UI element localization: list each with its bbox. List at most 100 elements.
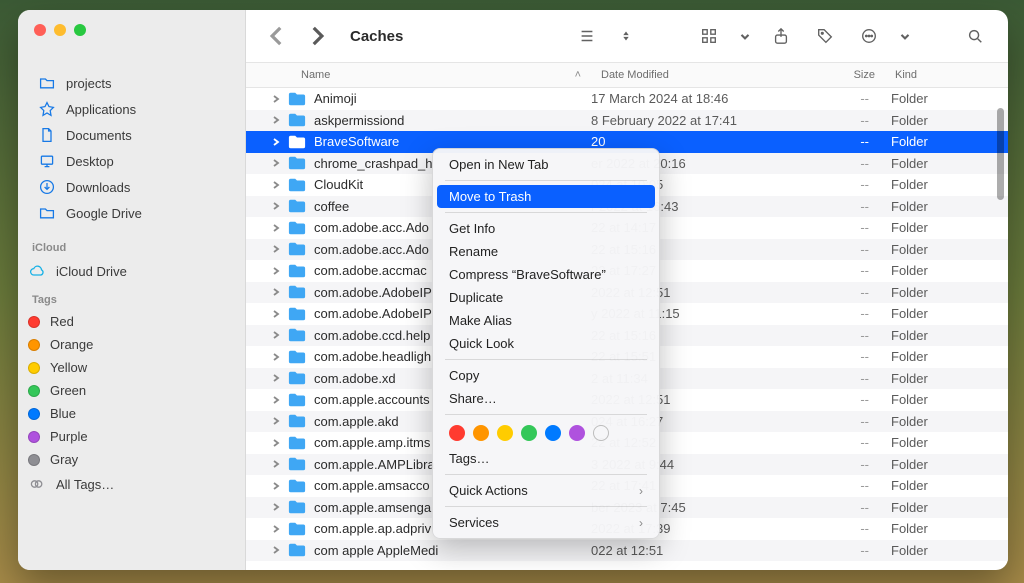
ctx-quick-look[interactable]: Quick Look: [437, 332, 655, 355]
forward-button[interactable]: [304, 23, 330, 49]
ctx-tag-color[interactable]: [473, 425, 489, 441]
ctx-tag-color[interactable]: [545, 425, 561, 441]
tag-dot-icon: [28, 362, 40, 374]
table-row[interactable]: Animoji 17 March 2024 at 18:46 -- Folder: [246, 88, 1008, 110]
disclosure-triangle-icon[interactable]: [270, 372, 282, 384]
sidebar-tag-green[interactable]: Green: [18, 379, 245, 402]
disclosure-triangle-icon[interactable]: [270, 544, 282, 556]
sidebar-tag-orange[interactable]: Orange: [18, 333, 245, 356]
ctx-services[interactable]: Services›: [437, 511, 655, 534]
sidebar-tag-purple[interactable]: Purple: [18, 425, 245, 448]
zoom-window-button[interactable]: [74, 24, 86, 36]
file-size: --: [787, 263, 885, 278]
file-size: --: [787, 199, 885, 214]
disclosure-triangle-icon[interactable]: [270, 243, 282, 255]
ctx-copy[interactable]: Copy: [437, 364, 655, 387]
disclosure-triangle-icon[interactable]: [270, 179, 282, 191]
sidebar-item-google-drive[interactable]: Google Drive: [28, 200, 235, 226]
sidebar-tag-gray[interactable]: Gray: [18, 448, 245, 471]
file-size: --: [787, 500, 885, 515]
disclosure-triangle-icon[interactable]: [270, 351, 282, 363]
disclosure-triangle-icon[interactable]: [270, 265, 282, 277]
share-button[interactable]: [766, 23, 796, 49]
ctx-move-to-trash[interactable]: Move to Trash: [437, 185, 655, 208]
sidebar-item-icloud-drive[interactable]: iCloud Drive: [18, 258, 245, 284]
ctx-tags[interactable]: Tags…: [437, 447, 655, 470]
ctx-tag-color[interactable]: [521, 425, 537, 441]
disclosure-triangle-icon[interactable]: [270, 329, 282, 341]
file-name: BraveSoftware: [314, 134, 399, 149]
disclosure-triangle-icon[interactable]: [270, 222, 282, 234]
sidebar-tag-yellow[interactable]: Yellow: [18, 356, 245, 379]
disclosure-triangle-icon[interactable]: [270, 157, 282, 169]
disclosure-triangle-icon[interactable]: [270, 501, 282, 513]
disclosure-triangle-icon[interactable]: [270, 114, 282, 126]
table-row[interactable]: askpermissiond 8 February 2022 at 17:41 …: [246, 110, 1008, 132]
file-kind: Folder: [885, 263, 1008, 278]
sidebar-item-documents[interactable]: Documents: [28, 122, 235, 148]
disclosure-triangle-icon[interactable]: [270, 93, 282, 105]
group-dropdown-button[interactable]: [738, 23, 752, 49]
view-list-button[interactable]: [572, 23, 602, 49]
sidebar-item-projects[interactable]: projects: [28, 70, 235, 96]
file-name: com.adobe.AdobeIP: [314, 285, 432, 300]
ctx-share[interactable]: Share…: [437, 387, 655, 410]
sidebar-item-desktop[interactable]: Desktop: [28, 148, 235, 174]
sidebar-item-label: iCloud Drive: [56, 264, 127, 279]
view-options-button[interactable]: [616, 23, 636, 49]
ctx-make-alias[interactable]: Make Alias: [437, 309, 655, 332]
file-size: --: [787, 435, 885, 450]
ctx-get-info[interactable]: Get Info: [437, 217, 655, 240]
sidebar-tag-red[interactable]: Red: [18, 310, 245, 333]
scrollbar-thumb[interactable]: [997, 108, 1004, 200]
table-row[interactable]: com apple AppleMedi 022 at 12:51 -- Fold…: [246, 540, 1008, 562]
file-name: com.apple.ap.adpriv: [314, 521, 431, 536]
back-button[interactable]: [264, 23, 290, 49]
file-size: --: [787, 306, 885, 321]
actions-button[interactable]: [854, 23, 884, 49]
file-kind: Folder: [885, 543, 1008, 558]
folder-icon: [288, 435, 306, 451]
disclosure-triangle-icon[interactable]: [270, 200, 282, 212]
sidebar-item-label: Gray: [50, 452, 78, 467]
file-date: 17 March 2024 at 18:46: [591, 91, 787, 106]
actions-dropdown-button[interactable]: [898, 23, 912, 49]
disclosure-triangle-icon[interactable]: [270, 523, 282, 535]
disclosure-triangle-icon[interactable]: [270, 415, 282, 427]
sidebar-item-downloads[interactable]: Downloads: [28, 174, 235, 200]
ctx-tag-none[interactable]: [593, 425, 609, 441]
tag-button[interactable]: [810, 23, 840, 49]
sidebar-item-applications[interactable]: Applications: [28, 96, 235, 122]
ctx-compress[interactable]: Compress “BraveSoftware”: [437, 263, 655, 286]
file-kind: Folder: [885, 285, 1008, 300]
ctx-rename[interactable]: Rename: [437, 240, 655, 263]
disclosure-triangle-icon[interactable]: [270, 308, 282, 320]
group-button[interactable]: [694, 23, 724, 49]
close-window-button[interactable]: [34, 24, 46, 36]
doc-icon: [38, 126, 56, 144]
ctx-open-in-new-tab[interactable]: Open in New Tab: [437, 153, 655, 176]
disclosure-triangle-icon[interactable]: [270, 437, 282, 449]
ctx-tag-color[interactable]: [497, 425, 513, 441]
column-name[interactable]: Name ˄: [246, 63, 591, 87]
disclosure-triangle-icon[interactable]: [270, 286, 282, 298]
disclosure-triangle-icon[interactable]: [270, 480, 282, 492]
sidebar-tag-blue[interactable]: Blue: [18, 402, 245, 425]
column-date-modified[interactable]: Date Modified: [591, 63, 787, 87]
file-size: --: [787, 457, 885, 472]
minimize-window-button[interactable]: [54, 24, 66, 36]
ctx-tag-color[interactable]: [569, 425, 585, 441]
disclosure-triangle-icon[interactable]: [270, 394, 282, 406]
sidebar-all-tags[interactable]: All Tags…: [18, 471, 245, 497]
ctx-quick-actions[interactable]: Quick Actions›: [437, 479, 655, 502]
search-button[interactable]: [960, 23, 990, 49]
file-kind: Folder: [885, 457, 1008, 472]
column-size[interactable]: Size: [787, 63, 885, 87]
disclosure-triangle-icon[interactable]: [270, 458, 282, 470]
disclosure-triangle-icon[interactable]: [270, 136, 282, 148]
ctx-tag-color[interactable]: [449, 425, 465, 441]
ctx-duplicate[interactable]: Duplicate: [437, 286, 655, 309]
column-kind[interactable]: Kind: [885, 63, 1008, 87]
file-date: 022 at 12:51: [591, 543, 787, 558]
folder-icon: [38, 204, 56, 222]
